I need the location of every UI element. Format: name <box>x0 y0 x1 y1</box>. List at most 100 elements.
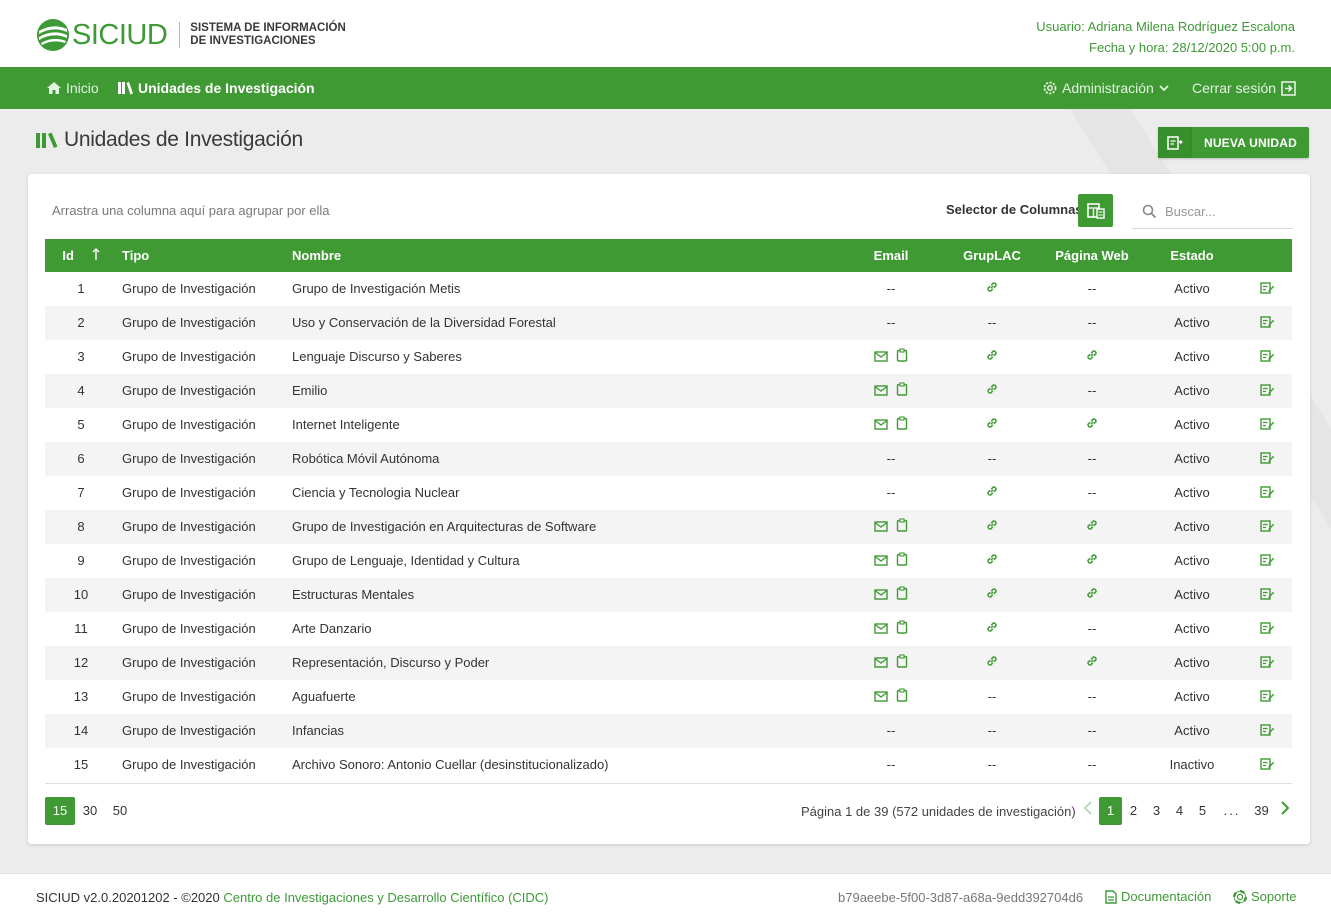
page-2[interactable]: 2 <box>1122 797 1145 825</box>
header-nombre[interactable]: Nombre <box>292 239 341 272</box>
edit-button[interactable] <box>1255 442 1279 476</box>
edit-button[interactable] <box>1255 748 1279 782</box>
table-row[interactable]: 7 Grupo de Investigación Ciencia y Tecnolo… <box>45 476 1292 510</box>
table-row[interactable]: 6 Grupo de Investigación Robótica Móvil Au… <box>45 442 1292 476</box>
table-row[interactable]: 10 Grupo de Investigación Estructuras Ment… <box>45 578 1292 612</box>
next-page-button[interactable] <box>1273 797 1296 825</box>
link-icon[interactable] <box>985 579 999 613</box>
mail-icon[interactable] <box>874 579 888 613</box>
link-icon[interactable] <box>985 341 999 375</box>
edit-button[interactable] <box>1255 306 1279 340</box>
table-row[interactable]: 2 Grupo de Investigación Uso y Conservació… <box>45 306 1292 340</box>
link-icon[interactable] <box>985 477 999 511</box>
table-row[interactable]: 13 Grupo de Investigación Aguafuerte -- -- Ac… <box>45 680 1292 714</box>
edit-button[interactable] <box>1255 714 1279 748</box>
edit-button[interactable] <box>1255 578 1279 612</box>
edit-button[interactable] <box>1255 680 1279 714</box>
cell-gruplac <box>952 408 1032 442</box>
nav-cerrar-sesion[interactable]: Cerrar sesión <box>1192 67 1301 109</box>
copy-icon[interactable] <box>896 341 908 375</box>
link-icon[interactable] <box>985 273 999 307</box>
copy-icon[interactable] <box>896 375 908 409</box>
table-row[interactable]: 8 Grupo de Investigación Grupo de Investig… <box>45 510 1292 544</box>
page-size-30[interactable]: 30 <box>75 797 105 825</box>
mail-icon[interactable] <box>874 647 888 681</box>
search-input[interactable] <box>1165 203 1280 219</box>
group-panel-hint[interactable]: Arrastra una columna aquí para agrupar p… <box>52 203 330 218</box>
header-pagina-web[interactable]: Página Web <box>1052 239 1132 272</box>
nav-unidades[interactable]: Unidades de Investigación <box>117 67 315 109</box>
edit-button[interactable] <box>1255 612 1279 646</box>
link-icon[interactable] <box>985 545 999 579</box>
page-size-15[interactable]: 15 <box>45 797 75 825</box>
link-icon[interactable] <box>985 511 999 545</box>
mail-icon[interactable] <box>874 545 888 579</box>
table-row[interactable]: 3 Grupo de Investigación Lenguaje Discurso… <box>45 340 1292 374</box>
copy-icon[interactable] <box>896 613 908 647</box>
page-3[interactable]: 3 <box>1145 797 1168 825</box>
copy-icon[interactable] <box>896 545 908 579</box>
copy-icon[interactable] <box>896 409 908 443</box>
logo[interactable]: SICIUD SISTEMA DE INFORMACIÓN DE INVESTI… <box>36 18 365 52</box>
cell-nombre: Archivo Sonoro: Antonio Cuellar (desinst… <box>292 757 609 772</box>
table-row[interactable]: 14 Grupo de Investigación Infancias -- -- -- A… <box>45 714 1292 748</box>
table-row[interactable]: 1 Grupo de Investigación Grupo de Investig… <box>45 272 1292 306</box>
link-icon[interactable] <box>1085 647 1099 681</box>
cell-email: -- <box>886 451 896 466</box>
copy-icon[interactable] <box>896 647 908 681</box>
documentation-link[interactable]: Documentación <box>1105 889 1211 904</box>
table-row[interactable]: 12 Grupo de Investigación Representación, … <box>45 646 1292 680</box>
link-icon[interactable] <box>985 409 999 443</box>
copy-icon[interactable] <box>896 511 908 545</box>
link-icon[interactable] <box>1085 409 1099 443</box>
edit-button[interactable] <box>1255 340 1279 374</box>
header-id[interactable]: Id <box>45 239 117 272</box>
mail-icon[interactable] <box>874 375 888 409</box>
edit-button[interactable] <box>1255 476 1279 510</box>
edit-button[interactable] <box>1255 374 1279 408</box>
table-row[interactable]: 11 Grupo de Investigación Arte Danzario -- A… <box>45 612 1292 646</box>
edit-button[interactable] <box>1255 544 1279 578</box>
page-1[interactable]: 1 <box>1099 797 1122 825</box>
header-tipo[interactable]: Tipo <box>122 239 149 272</box>
edit-button[interactable] <box>1255 408 1279 442</box>
table-row[interactable]: 4 Grupo de Investigación Emilio -- Activo <box>45 374 1292 408</box>
mail-icon[interactable] <box>874 511 888 545</box>
link-icon[interactable] <box>985 613 999 647</box>
edit-button[interactable] <box>1255 646 1279 680</box>
link-icon[interactable] <box>1085 545 1099 579</box>
table-row[interactable]: 5 Grupo de Investigación Internet Intelige… <box>45 408 1292 442</box>
new-unit-button[interactable]: NUEVA UNIDAD <box>1158 127 1309 158</box>
column-selector-button[interactable] <box>1078 194 1113 227</box>
copy-icon[interactable] <box>896 579 908 613</box>
link-icon[interactable] <box>1085 511 1099 545</box>
support-link[interactable]: Soporte <box>1233 889 1297 904</box>
prev-page-button[interactable] <box>1076 797 1099 825</box>
table-row[interactable]: 9 Grupo de Investigación Grupo de Lenguaje… <box>45 544 1292 578</box>
page-5[interactable]: 5 <box>1191 797 1214 825</box>
cell-gruplac <box>952 340 1032 374</box>
edit-button[interactable] <box>1255 510 1279 544</box>
link-icon[interactable] <box>1085 341 1099 375</box>
page-4[interactable]: 4 <box>1168 797 1191 825</box>
search-field[interactable] <box>1132 194 1293 229</box>
link-icon[interactable] <box>985 375 999 409</box>
header-email[interactable]: Email <box>851 239 931 272</box>
nav-inicio[interactable]: Inicio <box>46 67 99 109</box>
copy-icon[interactable] <box>896 681 908 715</box>
header-gruplac[interactable]: GrupLAC <box>952 239 1032 272</box>
header-estado[interactable]: Estado <box>1152 239 1232 272</box>
page-size-50[interactable]: 50 <box>105 797 135 825</box>
mail-icon[interactable] <box>874 681 888 715</box>
footer-org-link[interactable]: Centro de Investigaciones y Desarrollo C… <box>223 890 548 905</box>
link-icon[interactable] <box>1085 579 1099 613</box>
table-row[interactable]: 15 Grupo de Investigación Archivo Sonoro: … <box>45 748 1292 782</box>
edit-button[interactable] <box>1255 272 1279 306</box>
mail-icon[interactable] <box>874 409 888 443</box>
nav-administracion-dropdown[interactable]: Administración <box>1042 67 1173 109</box>
link-icon[interactable] <box>985 647 999 681</box>
mail-icon[interactable] <box>874 613 888 647</box>
cell-tipo: Grupo de Investigación <box>122 757 256 772</box>
page-39[interactable]: 39 <box>1250 797 1273 825</box>
mail-icon[interactable] <box>874 341 888 375</box>
